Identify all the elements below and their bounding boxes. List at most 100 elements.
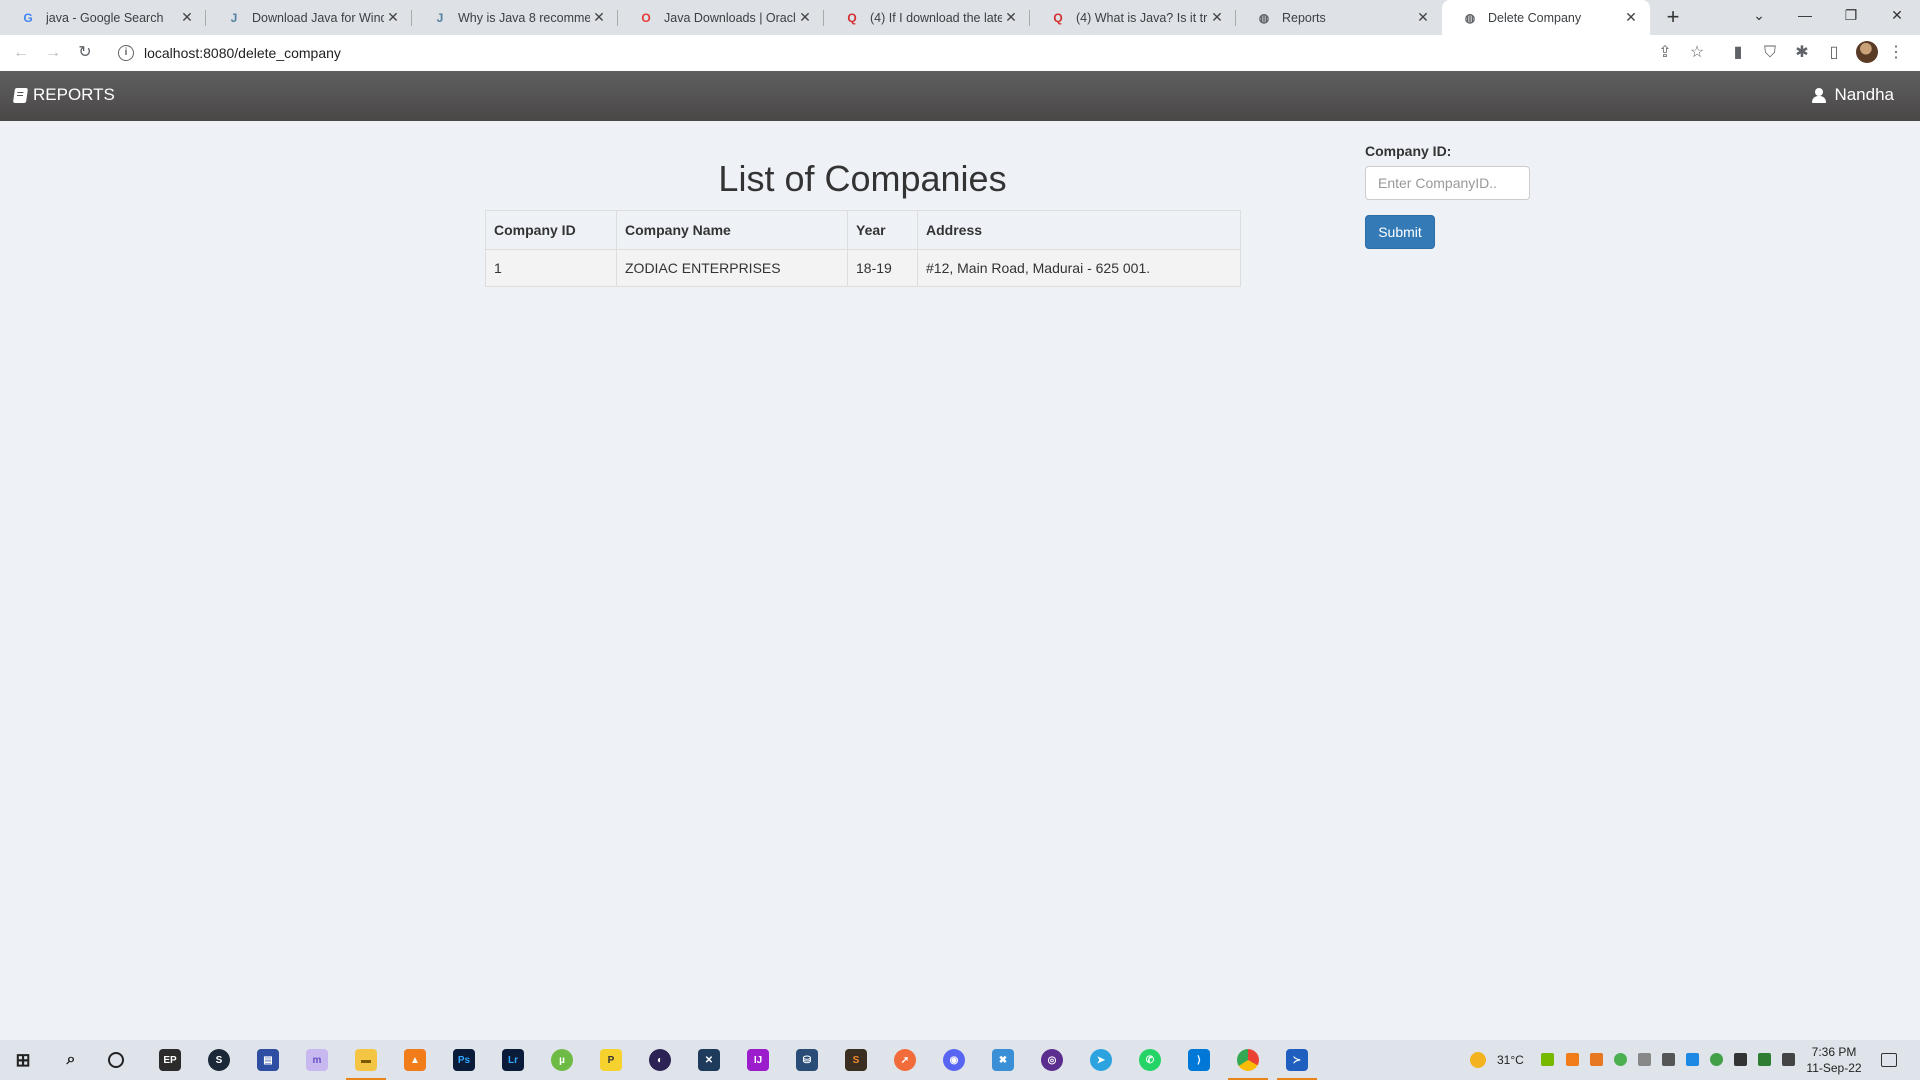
file-explorer-icon[interactable]: ▬: [346, 1049, 386, 1080]
user-name: Nandha: [1834, 85, 1894, 104]
wifi-icon[interactable]: [1662, 1053, 1675, 1066]
search-icon[interactable]: ⌕: [60, 1049, 82, 1071]
whatsapp-icon[interactable]: ✆: [1139, 1049, 1161, 1071]
weather-moon-icon[interactable]: [1470, 1052, 1486, 1068]
company-name-cell: ZODIAC ENTERPRISES: [616, 249, 848, 287]
year-cell: 18-19: [847, 249, 918, 287]
cortana-icon[interactable]: [108, 1052, 124, 1068]
site-info-icon[interactable]: i: [118, 45, 134, 61]
steam-icon[interactable]: S: [208, 1049, 230, 1071]
close-tab-icon[interactable]: ✕: [1208, 9, 1226, 26]
tor-browser-icon[interactable]: ◎: [1041, 1049, 1063, 1071]
close-tab-icon[interactable]: ✕: [1622, 9, 1640, 26]
java-icon: J: [230, 10, 238, 25]
vscode-icon[interactable]: ⟩: [1188, 1049, 1210, 1071]
navbar: REPORTS Nandha: [0, 71, 1920, 121]
tab-title: (4) What is Java? Is it true t: [1076, 10, 1208, 25]
windows-start-icon[interactable]: ⊞: [12, 1049, 34, 1071]
chrome-tray-icon[interactable]: [1614, 1053, 1627, 1066]
sql-server-icon[interactable]: ⛁: [796, 1049, 818, 1071]
reload-icon[interactable]: ↻: [73, 41, 97, 65]
network-tray-icon[interactable]: [1710, 1053, 1723, 1066]
epic-games-icon[interactable]: EP: [159, 1049, 181, 1071]
submit-button[interactable]: Submit: [1365, 215, 1435, 249]
company-id-cell: 1: [485, 249, 617, 287]
discord-icon[interactable]: ◉: [943, 1049, 965, 1071]
xampp-tray-icon[interactable]: [1590, 1053, 1603, 1066]
weather-temperature[interactable]: 31°C: [1497, 1053, 1524, 1067]
back-icon[interactable]: ←: [9, 41, 33, 65]
close-tab-icon[interactable]: ✕: [1414, 9, 1432, 26]
bookmark-star-icon[interactable]: ☆: [1685, 41, 1709, 65]
notifications-icon[interactable]: [1881, 1053, 1897, 1067]
extension-bookmark-icon[interactable]: ▮: [1726, 41, 1750, 65]
tab-java-downloads-oracle[interactable]: O Java Downloads | Oracle ✕: [618, 0, 824, 35]
notes-app-icon[interactable]: ▤: [257, 1049, 279, 1071]
company-id-input[interactable]: [1365, 166, 1530, 200]
photoshop-icon[interactable]: Ps: [453, 1049, 475, 1071]
tab-quora-download[interactable]: Q (4) If I download the latest ✕: [824, 0, 1030, 35]
tab-search-icon[interactable]: ⌄: [1736, 0, 1782, 32]
globe-icon: ◍: [1258, 10, 1270, 25]
page-title: List of Companies: [718, 158, 1007, 199]
nvidia-tray-icon[interactable]: [1541, 1053, 1554, 1066]
brand-link[interactable]: REPORTS: [12, 85, 115, 105]
sublime-text-icon[interactable]: S: [845, 1049, 867, 1071]
share-icon[interactable]: ⇪: [1653, 41, 1677, 65]
menu-kebab-icon[interactable]: ⋮: [1884, 41, 1908, 65]
tab-title: Java Downloads | Oracle: [664, 10, 796, 25]
address-bar[interactable]: i localhost:8080/delete_company: [106, 39, 1686, 67]
user-menu[interactable]: Nandha: [1812, 85, 1894, 105]
column-header: Company Name: [616, 210, 848, 250]
java-icon: J: [436, 10, 444, 25]
vlc-icon[interactable]: ▲: [404, 1049, 426, 1071]
close-tab-icon[interactable]: ✕: [384, 9, 402, 26]
minimize-button[interactable]: —: [1782, 0, 1828, 32]
oracle-icon: O: [641, 10, 651, 25]
battery-icon[interactable]: [1734, 1053, 1747, 1066]
new-tab-button[interactable]: +: [1660, 4, 1686, 30]
volume-icon[interactable]: [1782, 1053, 1795, 1066]
close-tab-icon[interactable]: ✕: [590, 9, 608, 26]
postman-icon[interactable]: ➚: [894, 1049, 916, 1071]
close-tab-icon[interactable]: ✕: [796, 9, 814, 26]
tab-google-search[interactable]: G java - Google Search ✕: [0, 0, 206, 35]
media-player-icon[interactable]: P: [600, 1049, 622, 1071]
eclipse-icon[interactable]: ◐: [649, 1049, 671, 1071]
bluetooth-icon[interactable]: [1686, 1053, 1699, 1066]
clock-time[interactable]: 7:36 PM: [1808, 1045, 1860, 1059]
user-icon: [1812, 87, 1827, 103]
extensions-puzzle-icon[interactable]: ✱: [1790, 41, 1814, 65]
m-app-icon[interactable]: m: [306, 1049, 328, 1071]
powershell-icon[interactable]: ≻: [1277, 1049, 1317, 1080]
forward-icon[interactable]: →: [41, 41, 65, 65]
globe-icon: ◍: [1464, 10, 1476, 25]
xampp-icon[interactable]: ✖: [992, 1049, 1014, 1071]
book-icon: [12, 87, 29, 103]
delete-company-form: Company ID: Submit: [1365, 143, 1530, 249]
extension-shield-icon[interactable]: ⛉: [1758, 41, 1782, 65]
utorrent-icon[interactable]: µ: [551, 1049, 573, 1071]
intellij-icon[interactable]: IJ: [747, 1049, 769, 1071]
close-tab-icon[interactable]: ✕: [1002, 9, 1020, 26]
tab-why-java-8[interactable]: J Why is Java 8 recommend ✕: [412, 0, 618, 35]
chrome-icon[interactable]: [1228, 1049, 1268, 1080]
defender-icon[interactable]: [1758, 1053, 1771, 1066]
lightroom-icon[interactable]: Lr: [502, 1049, 524, 1071]
profile-avatar[interactable]: [1856, 41, 1878, 63]
close-window-button[interactable]: ✕: [1874, 0, 1920, 32]
security-tray-icon[interactable]: [1638, 1053, 1651, 1066]
clock-date[interactable]: 11-Sep-22: [1804, 1061, 1864, 1075]
quora-icon: Q: [1053, 10, 1063, 25]
kodi-like-icon[interactable]: ✕: [698, 1049, 720, 1071]
telegram-icon[interactable]: ➤: [1090, 1049, 1112, 1071]
url-text: localhost:8080/delete_company: [144, 45, 341, 61]
tab-delete-company[interactable]: ◍ Delete Company ✕: [1442, 0, 1650, 35]
tab-quora-what-is-java[interactable]: Q (4) What is Java? Is it true t ✕: [1030, 0, 1236, 35]
restore-button[interactable]: ❐: [1828, 0, 1874, 32]
side-panel-icon[interactable]: ▯: [1822, 41, 1846, 65]
tab-reports[interactable]: ◍ Reports ✕: [1236, 0, 1442, 35]
vlc-tray-icon[interactable]: [1566, 1053, 1579, 1066]
close-tab-icon[interactable]: ✕: [178, 9, 196, 26]
tab-download-java[interactable]: J Download Java for Windo ✕: [206, 0, 412, 35]
